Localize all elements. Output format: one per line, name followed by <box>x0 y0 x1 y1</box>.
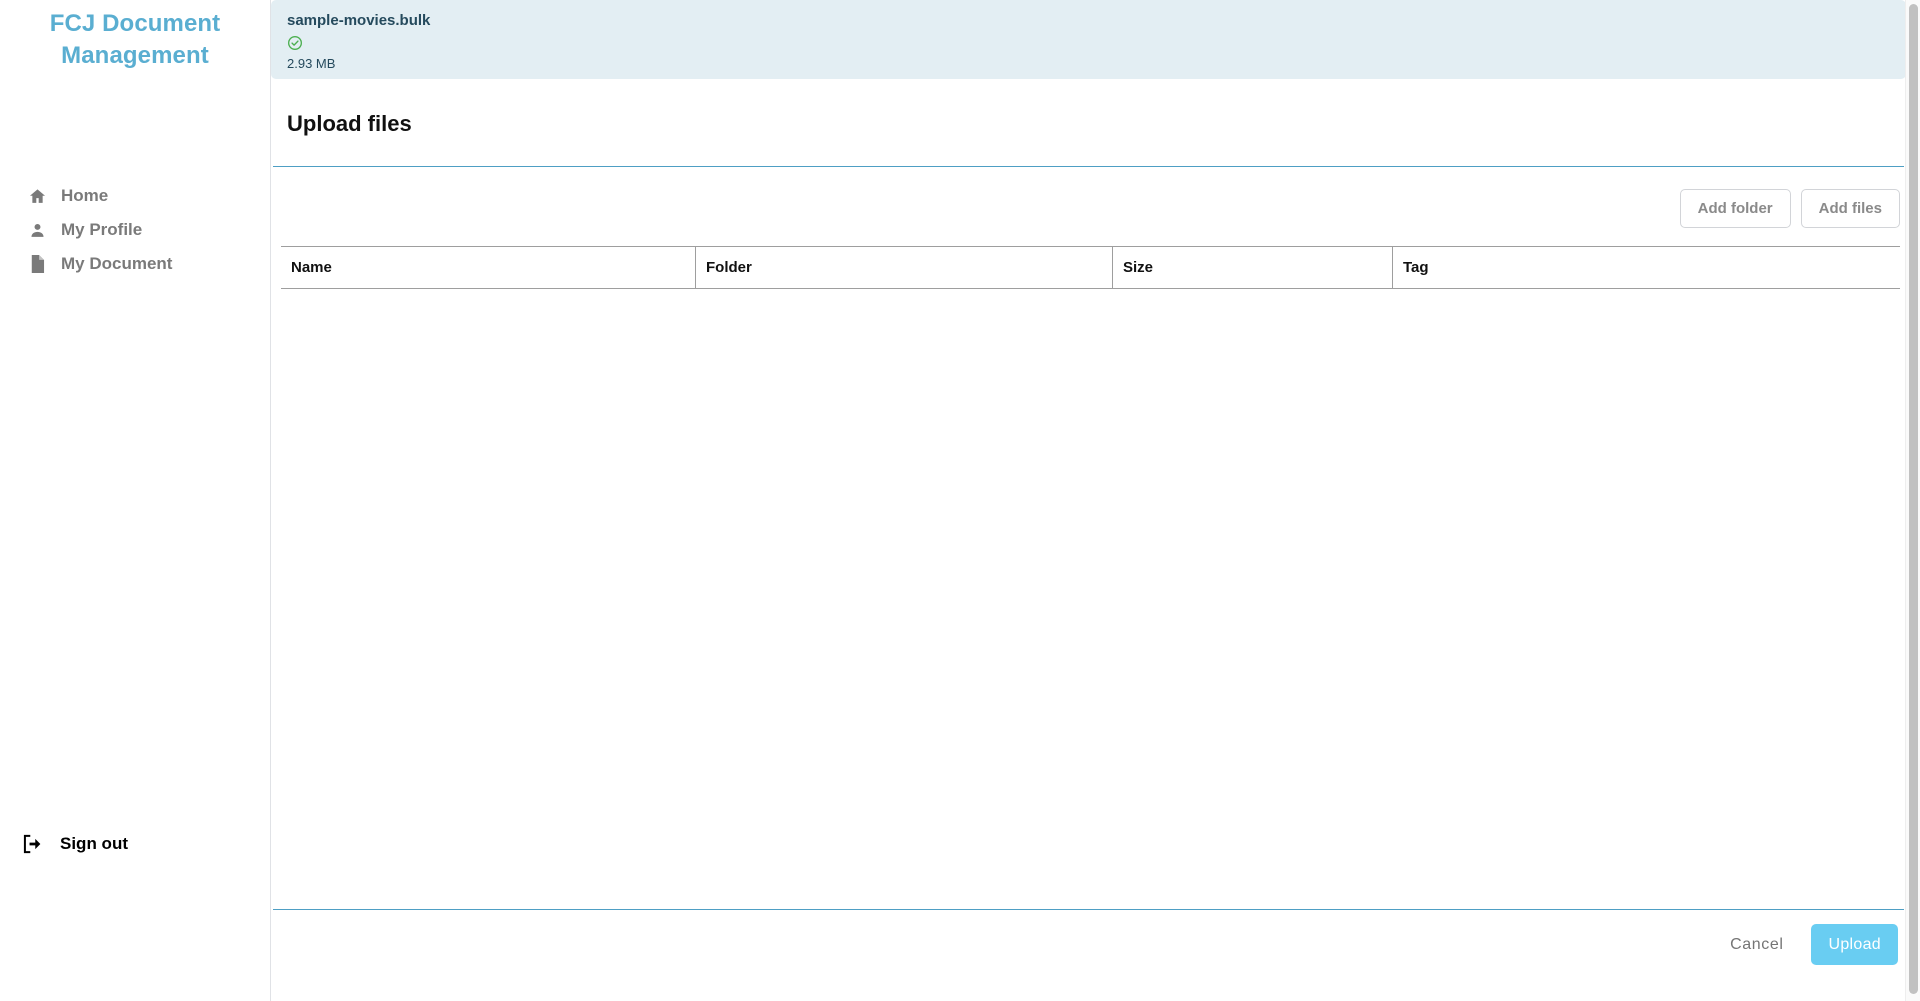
column-header-tag[interactable]: Tag <box>1392 246 1900 290</box>
sidebar-item-label: My Document <box>61 254 173 274</box>
sign-out-icon <box>22 833 44 855</box>
app-brand-title: FCJ Document Management <box>49 10 221 69</box>
sidebar-item-label: Home <box>61 186 109 206</box>
sidebar-item-my-document[interactable]: My Document <box>0 247 270 281</box>
check-circle-icon <box>287 35 303 51</box>
files-table-wrapper: Name Folder Size Tag <box>281 246 1900 909</box>
files-table: Name Folder Size Tag <box>281 246 1900 290</box>
toolbar: Add folder Add files <box>271 167 1920 246</box>
column-header-folder[interactable]: Folder <box>695 246 1113 290</box>
sign-out-label: Sign out <box>60 834 128 853</box>
sidebar-item-home[interactable]: Home <box>0 179 270 213</box>
page-title: Upload files <box>287 110 412 136</box>
uploaded-file-size: 2.93 MB <box>287 56 336 71</box>
sign-out-button[interactable]: Sign out <box>0 833 128 855</box>
upload-button[interactable]: Upload <box>1811 924 1898 965</box>
add-folder-button[interactable]: Add folder <box>1679 189 1791 229</box>
files-table-header: Name Folder Size Tag <box>281 246 1900 290</box>
sidebar-item-label: My Profile <box>61 220 143 240</box>
page-scrollbar[interactable] <box>1905 0 1920 1001</box>
person-icon <box>28 221 47 240</box>
footer-bottom-spacer <box>271 979 1920 1001</box>
files-table-empty-area <box>281 289 1900 909</box>
column-header-name[interactable]: Name <box>281 246 696 290</box>
page-scrollbar-thumb[interactable] <box>1909 4 1918 994</box>
upload-notification: sample-movies.bulk 2.93 MB <box>271 0 1906 79</box>
content-panel: sample-movies.bulk 2.93 MB Upload files … <box>270 0 1920 1001</box>
sidebar-item-my-profile[interactable]: My Profile <box>0 213 270 247</box>
uploaded-file-name: sample-movies.bulk <box>287 12 431 29</box>
add-files-button[interactable]: Add files <box>1800 189 1900 229</box>
table-header-row: Name Folder Size Tag <box>281 246 1900 290</box>
sidebar: FCJ Document Management Home My Profile … <box>0 0 270 1001</box>
document-icon <box>28 255 47 274</box>
footer-actions: Cancel Upload <box>271 910 1920 979</box>
app-root: FCJ Document Management Home My Profile … <box>0 0 1920 1001</box>
column-header-size[interactable]: Size <box>1112 246 1393 290</box>
cancel-button[interactable]: Cancel <box>1720 928 1793 962</box>
sidebar-nav: Home My Profile My Document <box>0 179 270 281</box>
home-icon <box>28 187 47 206</box>
